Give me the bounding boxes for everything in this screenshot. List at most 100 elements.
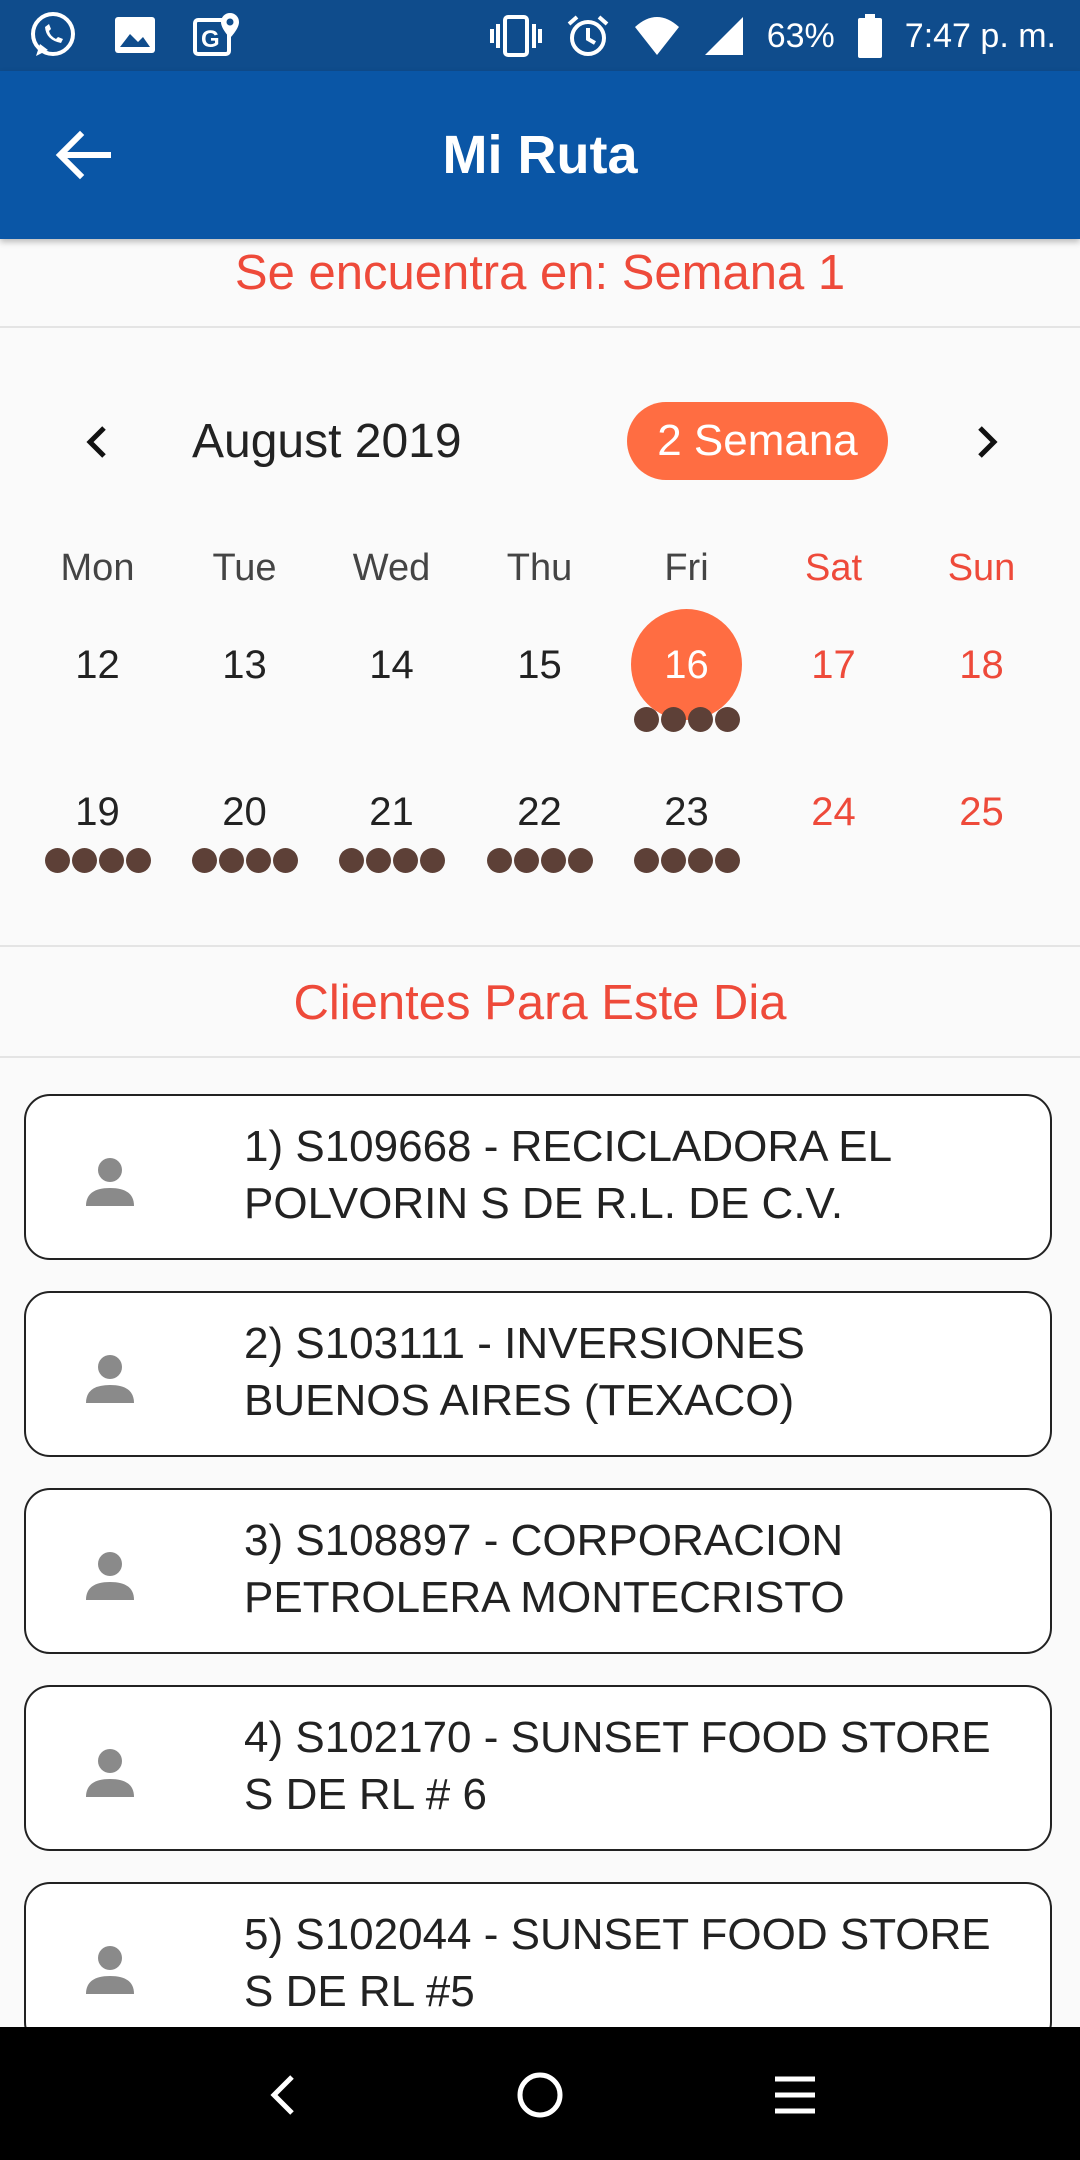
nav-home-icon [517, 2072, 563, 2118]
client-card[interactable]: 5) S102044 - SUNSET FOOD STORE S DE RL #… [24, 1882, 1052, 2048]
person-icon [86, 1355, 134, 1403]
chevron-left-icon [86, 426, 106, 458]
event-dot [633, 707, 659, 732]
client-name: 2) S103111 - INVERSIONES BUENOS AIRES (T… [244, 1315, 1024, 1429]
nav-home-button[interactable] [508, 2063, 572, 2127]
day-number: 20 [222, 790, 267, 834]
calendar-day[interactable]: 12 [24, 637, 171, 693]
divider [0, 1056, 1080, 1058]
calendar-day[interactable]: 22 [466, 784, 613, 874]
calendar-day[interactable]: 19 [24, 784, 171, 874]
weekday-label: Mon [60, 547, 135, 589]
page-title: Mi Ruta [442, 125, 638, 185]
event-dot [392, 848, 418, 873]
day-number: 24 [811, 790, 856, 834]
day-number: 17 [811, 643, 856, 687]
client-line-1: 3) S108897 - CORPORACION [244, 1516, 844, 1565]
event-dots [613, 848, 760, 874]
nav-back-icon [270, 2075, 294, 2115]
event-dot [687, 848, 713, 873]
calendar-day[interactable]: 23 [613, 784, 760, 874]
current-week-label: Se encuentra en: Semana 1 [0, 240, 1080, 328]
clock: 7:47 p. m. [904, 16, 1056, 55]
month-label: August 2019 [192, 415, 462, 468]
weekday-label: Wed [352, 547, 431, 589]
nav-menu-button[interactable] [763, 2063, 827, 2127]
client-line-2: S DE RL #5 [244, 1967, 475, 2016]
week-badge[interactable]: 2 Semana [627, 402, 888, 480]
calendar-day[interactable]: 20 [171, 784, 318, 874]
event-dot [44, 848, 70, 873]
weekday-label: Thu [506, 547, 573, 589]
calendar-day[interactable]: 24 [760, 784, 907, 840]
battery-icon [857, 14, 882, 58]
alarm-icon [567, 15, 609, 56]
day-number: 14 [369, 643, 414, 687]
event-dot [365, 848, 391, 873]
client-card[interactable]: 3) S108897 - CORPORACION PETROLERA MONTE… [24, 1488, 1052, 1654]
client-line-1: 5) S102044 - SUNSET FOOD STORE [244, 1910, 991, 1959]
calendar-day[interactable]: 14 [318, 637, 465, 693]
event-dots [318, 848, 465, 874]
client-line-2: BUENOS AIRES (TEXACO) [244, 1376, 795, 1425]
battery-percent: 63% [766, 16, 835, 55]
whatsapp-icon [31, 12, 75, 56]
client-line-2: POLVORIN S DE R.L. DE C.V. [244, 1179, 844, 1228]
event-dots [613, 707, 760, 733]
weekday-label: Tue [212, 547, 277, 589]
event-dot [687, 707, 713, 732]
event-dot [218, 848, 244, 873]
client-name: 1) S109668 - RECICLADORA EL POLVORIN S D… [244, 1118, 1024, 1232]
client-line-2: S DE RL # 6 [244, 1770, 487, 1819]
event-dot [98, 848, 124, 873]
svg-text:G: G [201, 26, 220, 53]
person-icon [86, 1158, 134, 1206]
weekday-label: Fri [664, 547, 709, 589]
wifi-icon [634, 17, 679, 55]
event-dots [24, 848, 171, 874]
calendar-day[interactable]: 17 [760, 637, 907, 693]
gallery-icon [115, 17, 155, 53]
day-number: 18 [959, 643, 1004, 687]
calendar-day[interactable]: 25 [908, 784, 1055, 840]
client-name: 4) S102170 - SUNSET FOOD STORE S DE RL #… [244, 1709, 1024, 1823]
calendar-day[interactable]: 13 [171, 637, 318, 693]
weekday-label: Sun [947, 547, 1016, 589]
event-dot [540, 848, 566, 873]
calendar-day[interactable]: 15 [466, 637, 613, 693]
event-dot [272, 848, 298, 873]
client-card[interactable]: 1) S109668 - RECICLADORA EL POLVORIN S D… [24, 1094, 1052, 1260]
event-dot [714, 707, 740, 732]
day-number: 13 [222, 643, 267, 687]
client-line-1: 2) S103111 - INVERSIONES [244, 1319, 805, 1368]
event-dot [660, 848, 686, 873]
day-number: 21 [369, 790, 414, 834]
person-icon [86, 1749, 134, 1797]
client-line-2: PETROLERA MONTECRISTO [244, 1573, 845, 1622]
status-bar: G 63% 7:47 p. m. [0, 0, 1080, 71]
system-nav-bar [0, 2027, 1080, 2160]
maps-icon: G [193, 13, 239, 56]
next-week-button[interactable] [958, 414, 1014, 470]
event-dot [633, 848, 659, 873]
client-card[interactable]: 2) S103111 - INVERSIONES BUENOS AIRES (T… [24, 1291, 1052, 1457]
day-number: 22 [517, 790, 562, 834]
day-number: 19 [75, 790, 120, 834]
calendar-day[interactable]: 18 [908, 637, 1055, 693]
event-dot [338, 848, 364, 873]
client-card[interactable]: 4) S102170 - SUNSET FOOD STORE S DE RL #… [24, 1685, 1052, 1851]
day-number: 15 [517, 643, 562, 687]
nav-back-button[interactable] [252, 2063, 316, 2127]
event-dots [171, 848, 318, 874]
event-dot [660, 707, 686, 732]
calendar-day-selected[interactable]: 16 [613, 609, 760, 733]
divider [0, 945, 1080, 947]
day-number: 23 [664, 790, 709, 834]
day-number: 16 [664, 643, 709, 687]
nav-menu-icon [775, 2076, 815, 2114]
calendar-day[interactable]: 21 [318, 784, 465, 874]
event-dot [191, 848, 217, 873]
vibrate-icon [489, 15, 542, 57]
prev-week-button[interactable] [70, 414, 126, 470]
day-number: 12 [75, 643, 120, 687]
